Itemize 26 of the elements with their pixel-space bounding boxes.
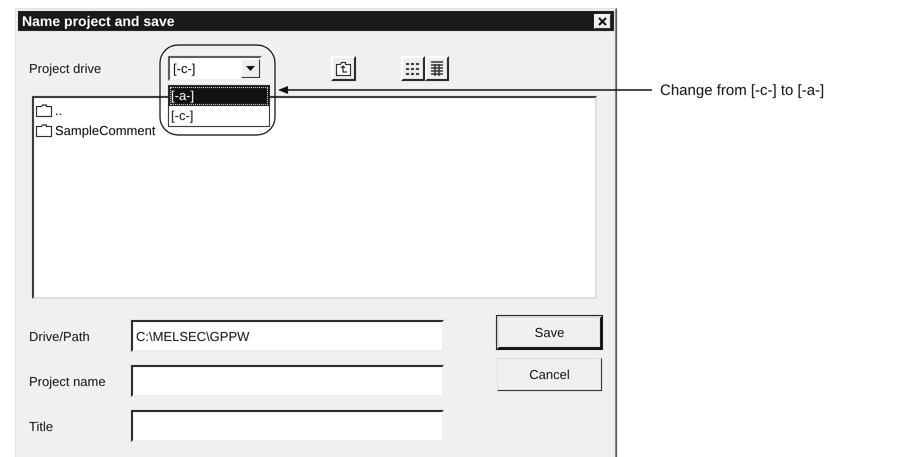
field-label: Project name xyxy=(29,374,107,388)
window-title: Name project and save xyxy=(22,13,175,29)
folder-name[interactable]: SampleComment xyxy=(55,122,156,138)
drive-dropdown[interactable]: [-c-] xyxy=(168,56,262,81)
field-label: Title xyxy=(29,418,54,434)
close-button[interactable] xyxy=(594,14,611,28)
list-view-button[interactable] xyxy=(401,56,425,81)
folder-icon xyxy=(36,104,52,116)
text-field[interactable] xyxy=(131,410,444,442)
folder-up-button[interactable] xyxy=(331,56,356,81)
folder-name[interactable]: .. xyxy=(55,102,62,118)
dialog-button[interactable]: Save xyxy=(497,316,602,349)
details-view-button[interactable] xyxy=(425,56,449,81)
folder-up-icon xyxy=(336,62,351,76)
caret-icon xyxy=(246,66,255,71)
dialog-button[interactable]: Cancel xyxy=(497,358,602,391)
field-label: Project drive xyxy=(29,61,102,76)
annotation-text: Change from [-c-] to [-a-] xyxy=(660,82,824,99)
field-label: Drive/Path xyxy=(29,328,91,344)
close-icon xyxy=(598,16,607,26)
dropdown-option[interactable]: [-a-] xyxy=(169,86,269,106)
text-field[interactable]: C:\MELSEC\GPPW xyxy=(131,320,444,352)
details-view-icon xyxy=(430,60,444,76)
folder-icon xyxy=(36,124,52,136)
text-field[interactable] xyxy=(131,365,444,397)
list-view-icon xyxy=(405,62,421,76)
